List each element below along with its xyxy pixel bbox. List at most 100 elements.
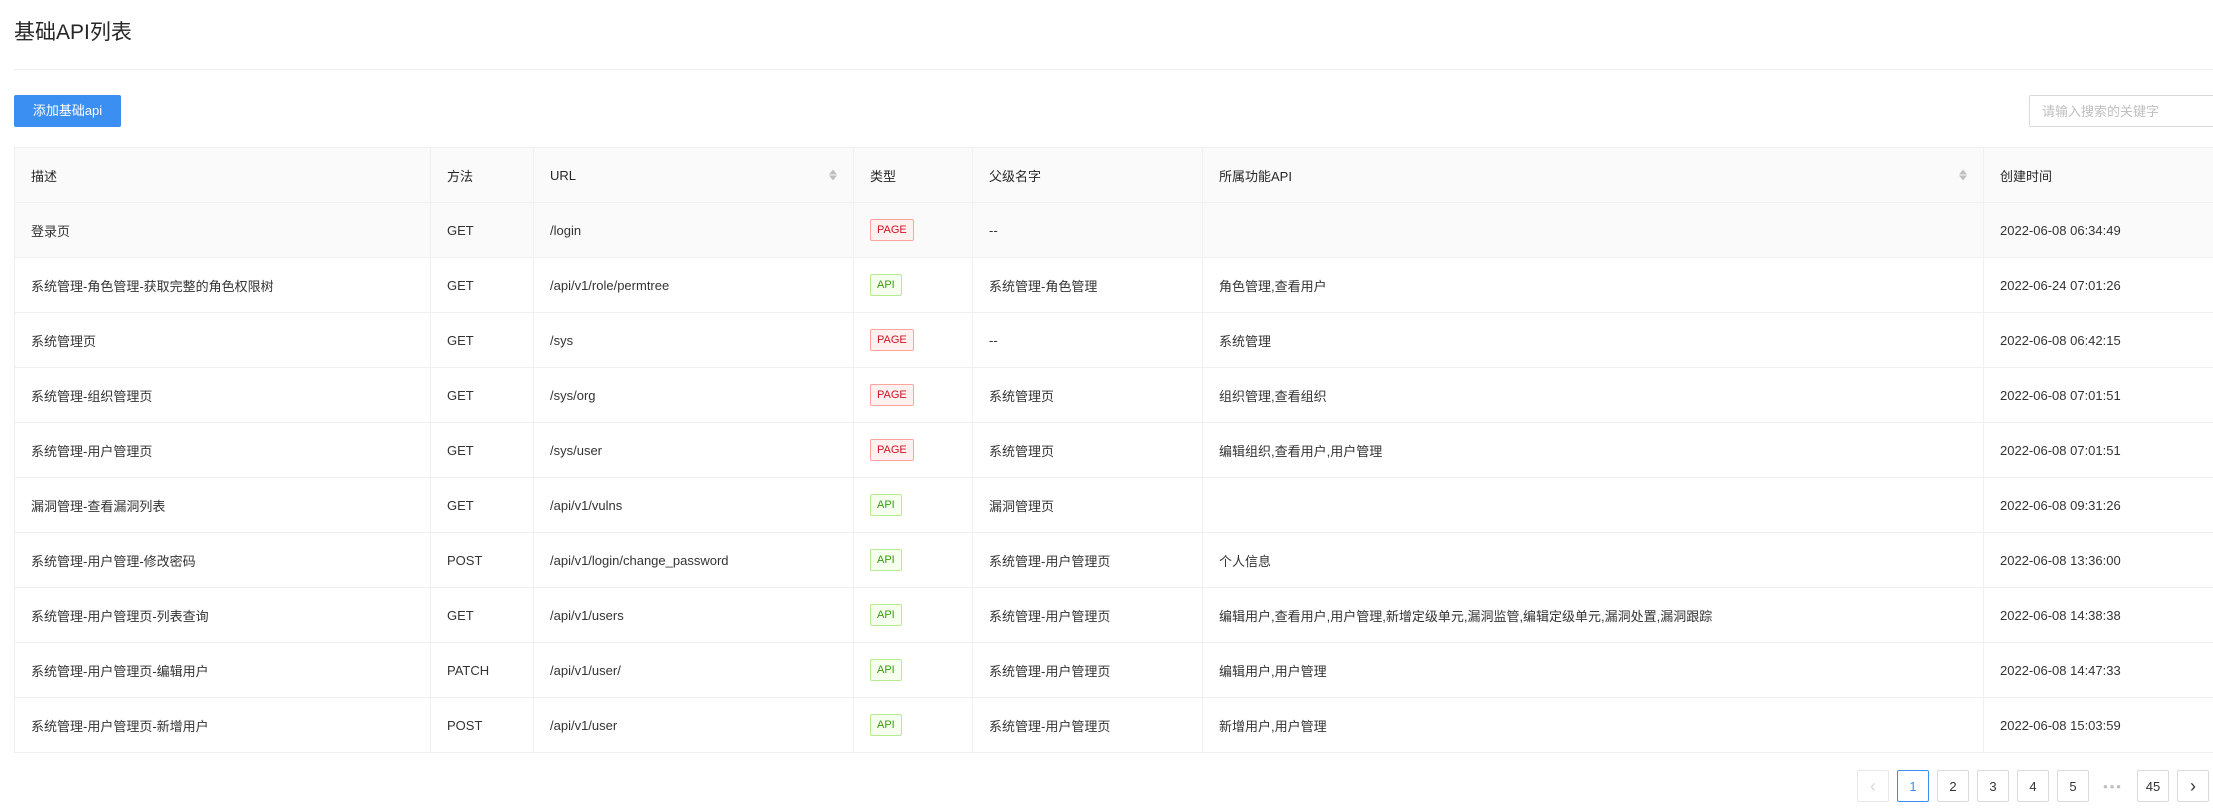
table-row[interactable]: 系统管理页 GET/sys PAGE -- 系统管理 2022-06-08 06:42:1… <box>14 312 2213 368</box>
cell-method: POST <box>430 697 534 753</box>
column-header-parent: 父级名字 <box>972 147 1203 203</box>
page-button-last[interactable]: 45 <box>2137 770 2169 802</box>
type-tag: API <box>870 549 902 571</box>
column-header-feature[interactable]: 所属功能API <box>1202 147 1984 203</box>
cell-method: POST <box>430 532 534 588</box>
page-title: 基础API列表 <box>14 21 132 44</box>
cell-created: 2022-06-08 06:34:49 <box>1983 202 2213 258</box>
cell-method: GET <box>430 477 534 533</box>
table-row[interactable]: 系统管理-用户管理页-新增用户 POST/api/v1/user API 系统管理-用… <box>14 697 2213 753</box>
cell-parent: 系统管理-用户管理页 <box>972 642 1203 698</box>
cell-created: 2022-06-08 06:42:15 <box>1983 312 2213 368</box>
cell-url: /api/v1/login/change_password <box>533 532 854 588</box>
cell-created: 2022-06-08 13:36:00 <box>1983 532 2213 588</box>
cell-feature: 系统管理 <box>1202 312 1984 368</box>
cell-created: 2022-06-08 14:38:38 <box>1983 587 2213 643</box>
page-button-1[interactable]: 1 <box>1897 770 1929 802</box>
cell-method: GET <box>430 587 534 643</box>
type-tag: PAGE <box>870 219 914 241</box>
cell-url: /api/v1/user/ <box>533 642 854 698</box>
table-body: 登录页 GET/login PAGE -- 2022-06-08 06:34:49 系统管… <box>14 202 2213 753</box>
cell-parent: 系统管理-用户管理页 <box>972 587 1203 643</box>
cell-parent: -- <box>972 312 1203 368</box>
sort-icon[interactable] <box>829 169 837 181</box>
cell-method: PATCH <box>430 642 534 698</box>
type-tag: API <box>870 604 902 626</box>
table-row[interactable]: 系统管理-用户管理页-编辑用户 PATCH/api/v1/user/API 系统管理… <box>14 642 2213 698</box>
cell-type: API <box>853 587 973 643</box>
chevron-right-icon: › <box>2190 775 2196 796</box>
cell-desc: 系统管理-用户管理-修改密码 <box>14 532 431 588</box>
page-button-4[interactable]: 4 <box>2017 770 2049 802</box>
cell-feature: 编辑用户,用户管理 <box>1202 642 1984 698</box>
cell-desc: 系统管理页 <box>14 312 431 368</box>
add-basic-api-button[interactable]: 添加基础api <box>14 95 121 127</box>
type-tag: PAGE <box>870 329 914 351</box>
column-header-url[interactable]: URL <box>533 147 854 203</box>
table-row[interactable]: 系统管理-用户管理页 GET/sys/user PAGE 系统管理页 编辑组织,查看用户… <box>14 422 2213 478</box>
column-header-method: 方法 <box>430 147 534 203</box>
cell-desc: 系统管理-用户管理页-编辑用户 <box>14 642 431 698</box>
cell-url: /api/v1/user <box>533 697 854 753</box>
cell-parent: 系统管理页 <box>972 422 1203 478</box>
prev-page-button[interactable]: ‹ <box>1857 770 1889 802</box>
cell-type: PAGE <box>853 202 973 258</box>
table-row[interactable]: 登录页 GET/login PAGE -- 2022-06-08 06:34:49 <box>14 202 2213 258</box>
cell-type: PAGE <box>853 422 973 478</box>
table-row[interactable]: 系统管理-用户管理-修改密码 POST/api/v1/login/change_p… <box>14 532 2213 588</box>
cell-type: API <box>853 257 973 313</box>
cell-url: /api/v1/role/permtree <box>533 257 854 313</box>
cell-type: API <box>853 697 973 753</box>
cell-desc: 系统管理-角色管理-获取完整的角色权限树 <box>14 257 431 313</box>
pagination-ellipsis[interactable]: ••• <box>2097 770 2129 802</box>
cell-method: GET <box>430 202 534 258</box>
cell-feature: 个人信息 <box>1202 532 1984 588</box>
cell-feature: 组织管理,查看组织 <box>1202 367 1984 423</box>
cell-method: GET <box>430 367 534 423</box>
cell-method: GET <box>430 257 534 313</box>
cell-feature: 编辑组织,查看用户,用户管理 <box>1202 422 1984 478</box>
cell-desc: 系统管理-组织管理页 <box>14 367 431 423</box>
table-row[interactable]: 系统管理-组织管理页 GET/sys/org PAGE 系统管理页 组织管理,查看组织 2… <box>14 367 2213 423</box>
api-table: 描述 方法 URL 类型 父级名字 所属功能API 创建时间 登录页 GET/lo… <box>14 147 2213 753</box>
cell-parent: 系统管理页 <box>972 367 1203 423</box>
cell-type: PAGE <box>853 312 973 368</box>
page-button-5[interactable]: 5 <box>2057 770 2089 802</box>
type-tag: PAGE <box>870 439 914 461</box>
cell-parent: 系统管理-用户管理页 <box>972 697 1203 753</box>
cell-url: /login <box>533 202 854 258</box>
column-header-created: 创建时间 <box>1983 147 2213 203</box>
cell-feature: 新增用户,用户管理 <box>1202 697 1984 753</box>
page: 基础API列表 添加基础api 描述 方法 URL <box>0 0 2213 811</box>
cell-type: API <box>853 477 973 533</box>
cell-parent: 系统管理-角色管理 <box>972 257 1203 313</box>
cell-feature: 角色管理,查看用户 <box>1202 257 1984 313</box>
cell-url: /sys/org <box>533 367 854 423</box>
cell-method: GET <box>430 422 534 478</box>
cell-desc: 漏洞管理-查看漏洞列表 <box>14 477 431 533</box>
cell-feature: 编辑用户,查看用户,用户管理,新增定级单元,漏洞监管,编辑定级单元,漏洞处置,漏… <box>1202 587 1984 643</box>
cell-created: 2022-06-08 15:03:59 <box>1983 697 2213 753</box>
table-row[interactable]: 漏洞管理-查看漏洞列表 GET/api/v1/vulns API 漏洞管理页 2022-… <box>14 477 2213 533</box>
api-table-container: 描述 方法 URL 类型 父级名字 所属功能API 创建时间 登录页 GET/lo… <box>14 147 2213 753</box>
table-row[interactable]: 系统管理-用户管理页-列表查询 GET/api/v1/users API 系统管理-用… <box>14 587 2213 643</box>
page-button-2[interactable]: 2 <box>1937 770 1969 802</box>
column-header-type: 类型 <box>853 147 973 203</box>
table-row[interactable]: 系统管理-角色管理-获取完整的角色权限树 GET/api/v1/role/perm… <box>14 257 2213 313</box>
cell-feature <box>1202 477 1984 533</box>
cell-desc: 系统管理-用户管理页-新增用户 <box>14 697 431 753</box>
column-header-desc: 描述 <box>14 147 431 203</box>
sort-icon[interactable] <box>1959 169 1967 181</box>
search-input[interactable] <box>2029 95 2213 127</box>
page-button-3[interactable]: 3 <box>1977 770 2009 802</box>
cell-created: 2022-06-08 07:01:51 <box>1983 422 2213 478</box>
next-page-button[interactable]: › <box>2177 770 2209 802</box>
type-tag: API <box>870 714 902 736</box>
cell-url: /api/v1/vulns <box>533 477 854 533</box>
cell-created: 2022-06-08 09:31:26 <box>1983 477 2213 533</box>
cell-type: PAGE <box>853 367 973 423</box>
type-tag: API <box>870 494 902 516</box>
cell-url: /sys <box>533 312 854 368</box>
cell-created: 2022-06-08 14:47:33 <box>1983 642 2213 698</box>
pagination: ‹ 1 2 3 4 5 ••• 45 › <box>1857 770 2209 802</box>
